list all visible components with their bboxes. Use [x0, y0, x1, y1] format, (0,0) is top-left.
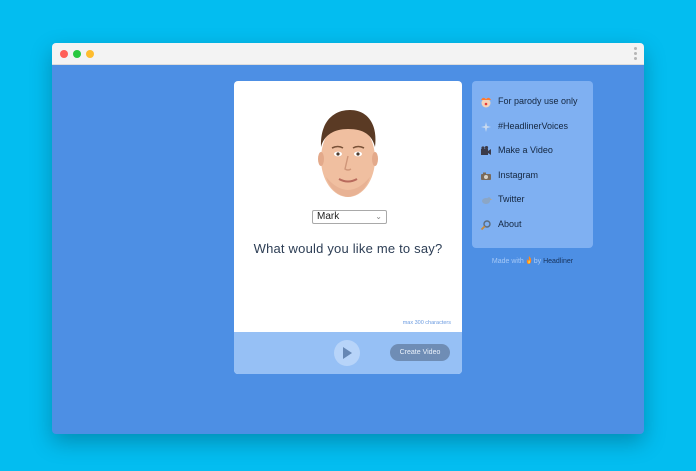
- prompt-text: What would you like me to say?: [253, 241, 443, 256]
- clown-icon: [481, 97, 491, 108]
- voice-card: Mark ⌄ What would you like me to say? ma…: [234, 81, 462, 374]
- sidebar-item-label: Make a Video: [498, 145, 553, 155]
- video-camera-icon: [481, 146, 491, 155]
- maximize-dot-icon[interactable]: [86, 50, 94, 58]
- sidebar-item-about[interactable]: About: [472, 216, 593, 234]
- close-dot-icon[interactable]: [60, 50, 68, 58]
- sidebar-item-twitter[interactable]: Twitter: [472, 191, 593, 209]
- sidebar-item-parody[interactable]: For parody use only: [472, 93, 593, 111]
- kebab-menu-icon[interactable]: [634, 47, 637, 62]
- made-with-credit: Made with by Headliner: [472, 256, 593, 265]
- magnifier-icon: [480, 220, 491, 231]
- sidebar-item-label: Twitter: [498, 194, 525, 204]
- bird-icon: [482, 197, 492, 204]
- card-footer: Create Video: [234, 332, 462, 374]
- create-video-button[interactable]: Create Video: [390, 344, 450, 361]
- by-text: by: [533, 258, 542, 265]
- voice-select[interactable]: Mark ⌄: [312, 210, 387, 224]
- play-button[interactable]: [334, 340, 360, 366]
- minimize-dot-icon[interactable]: [73, 50, 81, 58]
- sidebar-item-label: Instagram: [498, 170, 539, 180]
- sidebar-item-make-video[interactable]: Make a Video: [472, 142, 593, 160]
- made-with-text: Made with: [491, 258, 524, 265]
- sidebar-item-label: About: [498, 219, 522, 229]
- voice-select-value: Mark: [317, 211, 340, 222]
- sidebar-menu: For parody use only #HeadlinerVoices Mak…: [472, 81, 593, 248]
- fire-icon: [526, 256, 532, 264]
- sidebar-item-label: #HeadlinerVoices: [498, 121, 569, 131]
- sidebar-item-headliner-voices[interactable]: #HeadlinerVoices: [472, 118, 593, 136]
- camera-icon: [481, 172, 491, 180]
- chevron-down-icon: ⌄: [375, 212, 382, 221]
- title-bar: [52, 43, 644, 65]
- sidebar-item-instagram[interactable]: Instagram: [472, 167, 593, 185]
- play-icon: [343, 347, 352, 359]
- avatar: [318, 110, 378, 197]
- headliner-link[interactable]: Headliner: [543, 258, 573, 265]
- max-characters-hint: max 300 characters: [402, 320, 451, 326]
- sidebar-item-label: For parody use only: [498, 96, 578, 106]
- sparkle-icon: [481, 122, 491, 132]
- browser-window: Mark ⌄ What would you like me to say? ma…: [52, 43, 644, 434]
